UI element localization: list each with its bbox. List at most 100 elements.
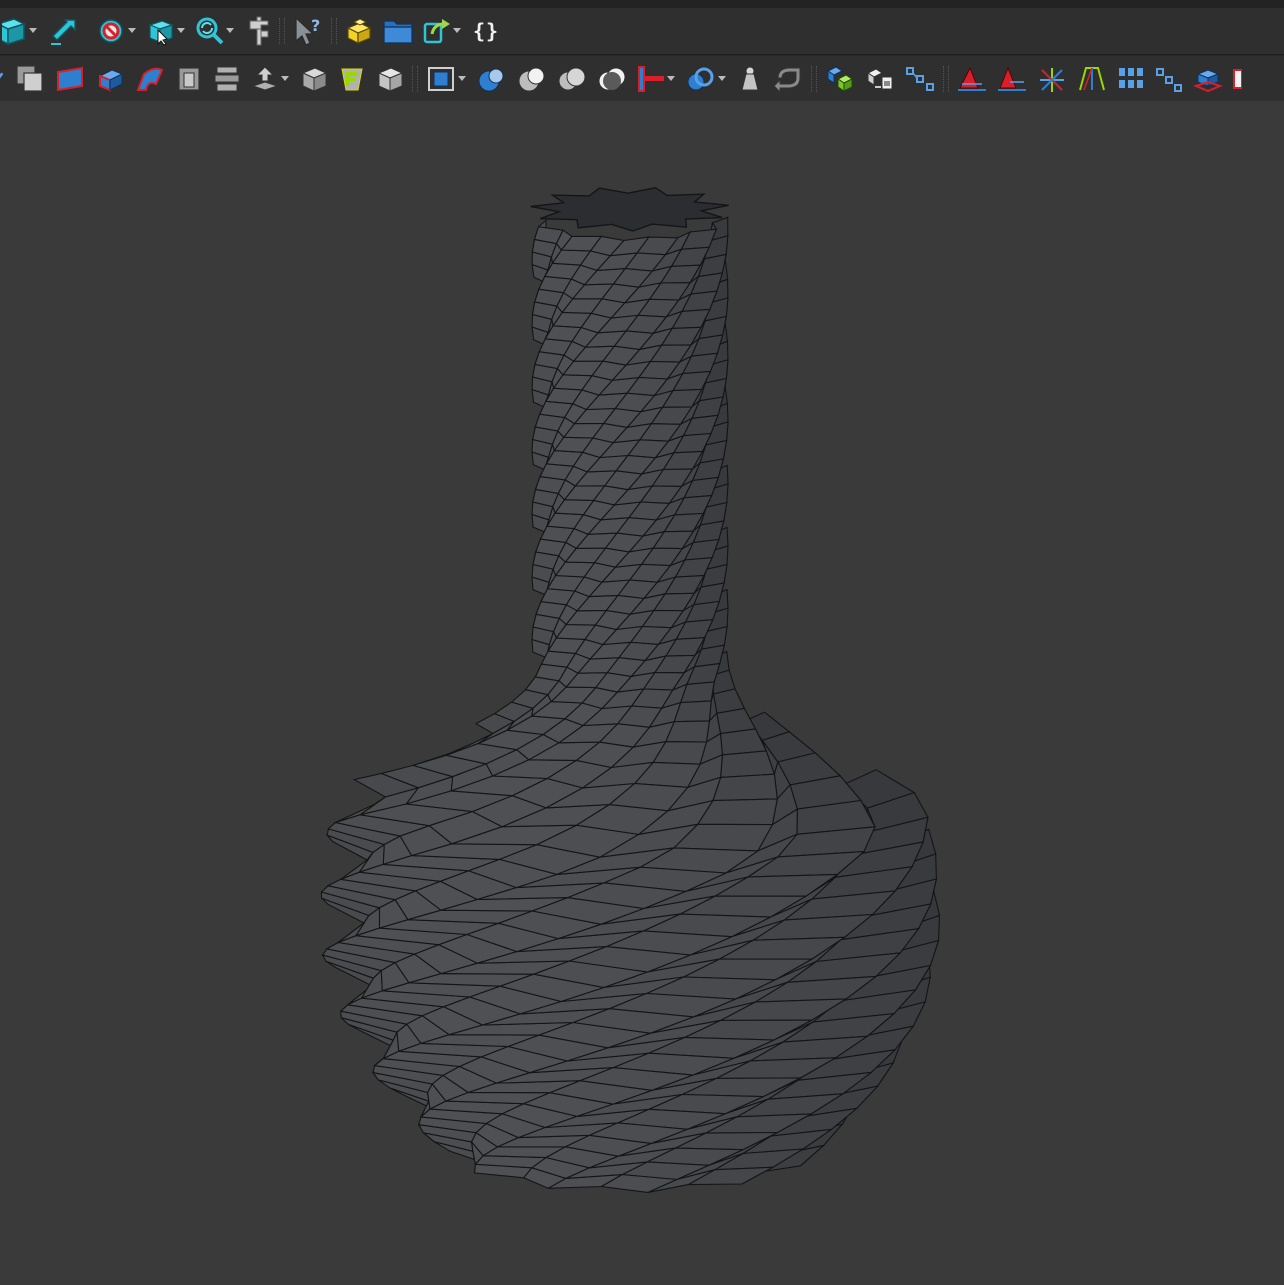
vase-model[interactable] xyxy=(0,101,1284,1285)
link-icon xyxy=(423,19,450,44)
macro-label: {} xyxy=(473,19,500,43)
3d-viewport[interactable] xyxy=(0,101,1284,1285)
whats-this-icon: ? xyxy=(295,16,320,46)
partdesign-toolbar xyxy=(0,55,1284,102)
boolean-union-button[interactable] xyxy=(476,59,508,99)
subtractive-button[interactable] xyxy=(1076,59,1108,99)
polar-pattern-icon xyxy=(958,66,986,91)
link-button[interactable] xyxy=(422,11,461,51)
chamfer-button[interactable] xyxy=(375,59,405,99)
mesh-facet xyxy=(712,773,778,802)
helix-icon xyxy=(301,66,328,92)
chevron-down-icon[interactable] xyxy=(177,27,185,35)
plane-icon xyxy=(57,66,83,91)
group-folder-icon xyxy=(383,20,413,44)
array-button[interactable] xyxy=(1036,59,1068,99)
view-cube-button[interactable] xyxy=(2,11,37,51)
boolean-cut-icon xyxy=(518,67,545,91)
pocket-icon xyxy=(178,66,200,91)
caliper-icon xyxy=(249,16,269,46)
shape-builder-icon xyxy=(687,67,714,90)
shape-binder-button[interactable] xyxy=(14,59,46,99)
revolve-icon xyxy=(136,67,164,91)
primitives-icon xyxy=(741,66,759,90)
connect-icon xyxy=(867,67,893,89)
zoom-refresh-icon xyxy=(196,17,224,45)
part-button[interactable] xyxy=(344,11,374,51)
mesh-facet xyxy=(720,750,776,778)
sketch-icon xyxy=(0,71,4,79)
loft-button[interactable] xyxy=(212,59,242,99)
fillet-icon xyxy=(341,68,363,90)
fillet-button[interactable] xyxy=(337,59,367,99)
chevron-down-icon[interactable] xyxy=(453,27,461,35)
box-select-icon xyxy=(148,20,174,46)
explode-icon xyxy=(827,65,853,92)
linear-pattern-button[interactable] xyxy=(904,59,936,99)
pocket-button[interactable] xyxy=(174,59,204,99)
main-toolbar: ? {} xyxy=(0,8,1284,55)
boolean-common-button[interactable] xyxy=(556,59,588,99)
datum-line-button[interactable] xyxy=(636,59,675,99)
revolve-button[interactable] xyxy=(134,59,166,99)
macro-button[interactable]: {} xyxy=(473,11,499,51)
pipe-icon xyxy=(251,65,279,91)
chamfer-icon xyxy=(377,66,404,92)
boolean-cut-button[interactable] xyxy=(516,59,548,99)
sketch-button[interactable] xyxy=(0,59,4,99)
loft-icon xyxy=(214,66,240,91)
measure-icon xyxy=(51,19,76,45)
primitives-button[interactable] xyxy=(736,59,764,99)
box-select-button[interactable] xyxy=(146,11,185,51)
more-tools-button[interactable] xyxy=(1232,59,1242,99)
chevron-down-icon[interactable] xyxy=(281,75,289,83)
star-cap xyxy=(530,186,729,232)
array-icon xyxy=(1040,67,1064,92)
no-selection-button[interactable] xyxy=(97,11,136,51)
explode-button[interactable] xyxy=(824,59,856,99)
pad-button[interactable] xyxy=(94,59,126,99)
no-selection-icon xyxy=(99,19,123,43)
datum-button[interactable] xyxy=(425,59,466,99)
multi-transform-button[interactable] xyxy=(996,59,1028,99)
boolean-section-button[interactable] xyxy=(596,59,628,99)
shape-binder-icon xyxy=(16,64,43,92)
pad-icon xyxy=(98,68,124,91)
chevron-down-icon[interactable] xyxy=(128,27,136,35)
toolbar-separator xyxy=(279,18,285,44)
shape-builder-button[interactable] xyxy=(685,59,726,99)
toolbar-separator xyxy=(412,65,418,92)
mirror-icon xyxy=(1193,68,1223,92)
chevron-down-icon[interactable] xyxy=(458,75,466,83)
zoom-refresh-button[interactable] xyxy=(195,11,234,51)
compound-icon xyxy=(773,67,801,93)
chevron-down-icon[interactable] xyxy=(718,75,726,83)
polar-pattern-button[interactable] xyxy=(956,59,988,99)
bounding-box-icon xyxy=(428,66,454,91)
plane-button[interactable] xyxy=(54,59,86,99)
helix-button[interactable] xyxy=(299,59,329,99)
partial-icon xyxy=(1233,68,1242,89)
datum-line-icon xyxy=(638,65,664,92)
connect-button[interactable] xyxy=(864,59,896,99)
svg-text:?: ? xyxy=(311,16,320,35)
mirror-button[interactable] xyxy=(1192,59,1224,99)
boolean-section-icon xyxy=(598,67,626,90)
refine-button[interactable] xyxy=(1116,59,1146,99)
measure-button[interactable] xyxy=(49,11,79,51)
pipe-button[interactable] xyxy=(250,59,289,99)
part-icon xyxy=(346,18,372,44)
toolbar-separator xyxy=(331,18,337,44)
chevron-down-icon[interactable] xyxy=(29,27,37,35)
caliper-button[interactable] xyxy=(246,11,272,51)
scatter-button[interactable] xyxy=(1154,59,1184,99)
grid-pattern-icon xyxy=(1119,67,1143,88)
step-pattern-icon xyxy=(1156,67,1182,92)
whats-this-button[interactable]: ? xyxy=(292,11,324,51)
chevron-down-icon[interactable] xyxy=(226,27,234,35)
toolbar-separator xyxy=(811,65,817,92)
compound-button[interactable] xyxy=(772,59,804,99)
group-folder-button[interactable] xyxy=(382,11,414,51)
boolean-union-icon xyxy=(478,68,504,91)
chevron-down-icon[interactable] xyxy=(667,75,675,83)
